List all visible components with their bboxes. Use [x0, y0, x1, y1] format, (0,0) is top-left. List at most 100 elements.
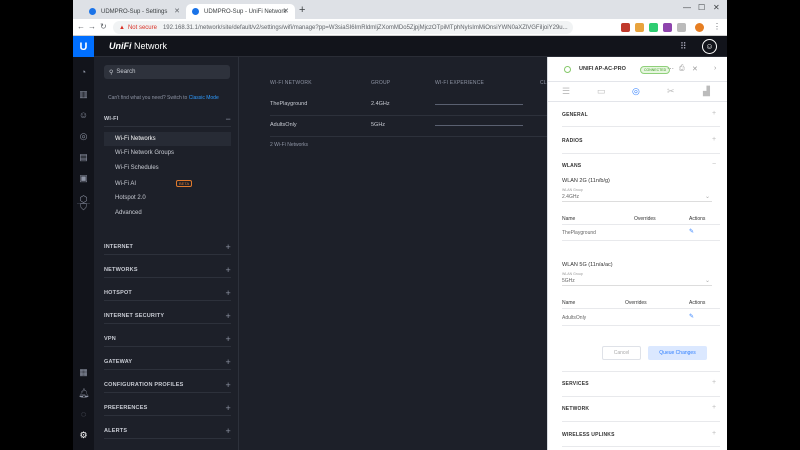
chat-icon[interactable]: ◌	[78, 409, 89, 420]
wlan-group-select[interactable]: 5GHz ⌄	[562, 275, 712, 286]
browser-tab-network[interactable]: UDMPRO-Sup - UniFi Network ✕	[186, 4, 295, 19]
tab-details-icon[interactable]: ☰	[562, 86, 570, 97]
search-input[interactable]: ⚲ Search	[104, 65, 230, 79]
calendar-icon[interactable]: ▦	[78, 367, 89, 378]
expand-icon[interactable]: +	[226, 288, 231, 298]
expand-icon[interactable]: +	[226, 242, 231, 252]
sidebar-item-wifi-networks[interactable]: Wi-Fi Networks	[104, 132, 231, 146]
cancel-button[interactable]: Cancel	[602, 346, 641, 360]
tab-stats-icon[interactable]: ▟	[703, 86, 710, 97]
queue-changes-button[interactable]: Queue Changes	[648, 346, 707, 360]
network-name[interactable]: ThePlayground	[270, 101, 307, 107]
back-icon[interactable]: ←	[77, 22, 85, 31]
shield-icon[interactable]: ⛉	[78, 202, 89, 213]
section-configuration-profiles[interactable]: CONFIGURATION PROFILES +	[104, 377, 231, 393]
column-header-experience[interactable]: WI-FI EXPERIENCE	[435, 80, 484, 86]
sidebar-item-wifi-network-groups[interactable]: Wi-Fi Network Groups	[115, 150, 174, 156]
expand-icon[interactable]: +	[226, 265, 231, 275]
expand-icon[interactable]: +	[712, 136, 716, 143]
browser-tab-settings[interactable]: UDMPRO-Sup - Settings ✕	[83, 4, 186, 19]
section-wlans[interactable]: WLANS	[562, 163, 581, 169]
section-gateway[interactable]: GATEWAY +	[104, 354, 231, 370]
reload-icon[interactable]: ↻	[100, 22, 107, 31]
expand-icon[interactable]: +	[712, 379, 716, 386]
minimize-icon[interactable]: —	[683, 3, 691, 12]
profile-avatar-icon[interactable]	[695, 23, 704, 32]
expand-icon[interactable]: +	[226, 357, 231, 367]
extension-icon[interactable]	[663, 23, 672, 32]
section-radios[interactable]: RADIOS	[562, 138, 583, 144]
section-wifi[interactable]: WI-FI −	[104, 111, 231, 127]
section-preferences[interactable]: PREFERENCES +	[104, 400, 231, 416]
close-icon[interactable]: ✕	[692, 65, 698, 73]
tab-insights-icon[interactable]: ▭	[597, 86, 606, 97]
star-icon[interactable]	[677, 23, 686, 32]
collapse-icon[interactable]: −	[712, 161, 716, 168]
expand-icon[interactable]: +	[226, 311, 231, 321]
sidebar-item-wifi-ai[interactable]: Wi-Fi AI BETA	[115, 180, 193, 187]
sidebar-item-hotspot-2[interactable]: Hotspot 2.0	[115, 195, 146, 201]
network-name[interactable]: AdultsOnly	[270, 122, 297, 128]
sidebar-item-wifi-schedules[interactable]: Wi-Fi Schedules	[115, 165, 159, 171]
expand-icon[interactable]: +	[712, 430, 716, 437]
wlan-group-select[interactable]: 2.4GHz ⌄	[562, 191, 712, 202]
expand-icon[interactable]: +	[226, 380, 231, 390]
collapse-icon[interactable]: −	[226, 114, 231, 124]
not-secure-label[interactable]: Not secure	[128, 25, 157, 31]
maximize-icon[interactable]: ☐	[698, 3, 705, 12]
settings-sidebar: ⚲ Search Can't find what you need? Switc…	[94, 57, 239, 450]
sidebar-item-advanced[interactable]: Advanced	[115, 210, 142, 216]
section-networks[interactable]: NETWORKS +	[104, 262, 231, 278]
column-header-network[interactable]: WI-FI NETWORK	[270, 80, 312, 86]
close-tab-icon[interactable]: ✕	[283, 7, 289, 15]
extension-icon[interactable]	[649, 23, 658, 32]
statistics-icon[interactable]: ▥	[78, 89, 89, 100]
notifications-icon[interactable]: 🔔︎	[78, 388, 89, 399]
topology-icon[interactable]: ▤	[78, 152, 89, 163]
forward-icon[interactable]: →	[88, 22, 96, 31]
classic-mode-link[interactable]: Classic Mode	[189, 95, 219, 101]
section-vpn[interactable]: VPN +	[104, 331, 231, 347]
section-wireless-uplinks[interactable]: WIRELESS UPLINKS	[562, 432, 615, 438]
section-general[interactable]: GENERAL	[562, 112, 588, 118]
shield-extension-icon[interactable]	[621, 23, 630, 32]
column-header-clients[interactable]: CL	[540, 80, 547, 86]
menu-icon[interactable]: ⋮	[713, 22, 721, 31]
expand-icon[interactable]: +	[226, 403, 231, 413]
column-header-group[interactable]: GROUP	[371, 80, 390, 86]
expand-icon[interactable]: +	[226, 334, 231, 344]
dashboard-icon[interactable]: ◔	[78, 67, 89, 78]
section-alerts[interactable]: ALERTS +	[104, 423, 231, 439]
clients-icon[interactable]: ☺	[78, 110, 89, 121]
section-internet-security[interactable]: INTERNET SECURITY +	[104, 308, 231, 324]
more-icon[interactable]: ⋯	[667, 65, 674, 73]
chevron-down-icon: ⌄	[704, 278, 710, 284]
export-icon[interactable]: ⎙	[679, 65, 685, 73]
section-divider	[562, 396, 720, 397]
expand-icon[interactable]: +	[712, 110, 716, 117]
section-hotspot[interactable]: HOTSPOT +	[104, 285, 231, 301]
edit-pencil-icon[interactable]: ✎	[689, 228, 694, 235]
chevron-right-icon[interactable]: ›	[714, 65, 716, 72]
settings-gear-icon[interactable]: ⚙	[78, 430, 89, 441]
insights-icon[interactable]: ▣	[78, 173, 89, 184]
section-services[interactable]: SERVICES	[562, 381, 589, 387]
section-network[interactable]: NETWORK	[562, 406, 589, 412]
close-window-icon[interactable]: ✕	[713, 3, 720, 12]
edit-pencil-icon[interactable]: ✎	[689, 313, 694, 320]
expand-icon[interactable]: +	[712, 404, 716, 411]
unifi-logo[interactable]: U	[73, 36, 94, 57]
devices-icon[interactable]: ◎	[78, 131, 89, 142]
apps-grid-icon[interactable]: ⠿	[680, 41, 687, 52]
expand-icon[interactable]: +	[226, 426, 231, 436]
puzzle-extension-icon[interactable]	[635, 23, 644, 32]
url-input[interactable]: ▲ Not secure 192.168.31.1/network/site/d…	[113, 21, 573, 34]
new-tab-button[interactable]: +	[299, 4, 305, 16]
section-internet[interactable]: INTERNET +	[104, 239, 231, 255]
tab-settings-icon[interactable]: ◎	[632, 86, 640, 97]
table-divider	[562, 308, 720, 309]
tab-strip: UDMPRO-Sup - Settings ✕ UDMPRO-Sup - Uni…	[73, 0, 727, 19]
tab-tools-icon[interactable]: ✂	[667, 86, 675, 97]
close-tab-icon[interactable]: ✕	[174, 7, 180, 15]
user-avatar[interactable]: ☺	[702, 39, 717, 54]
